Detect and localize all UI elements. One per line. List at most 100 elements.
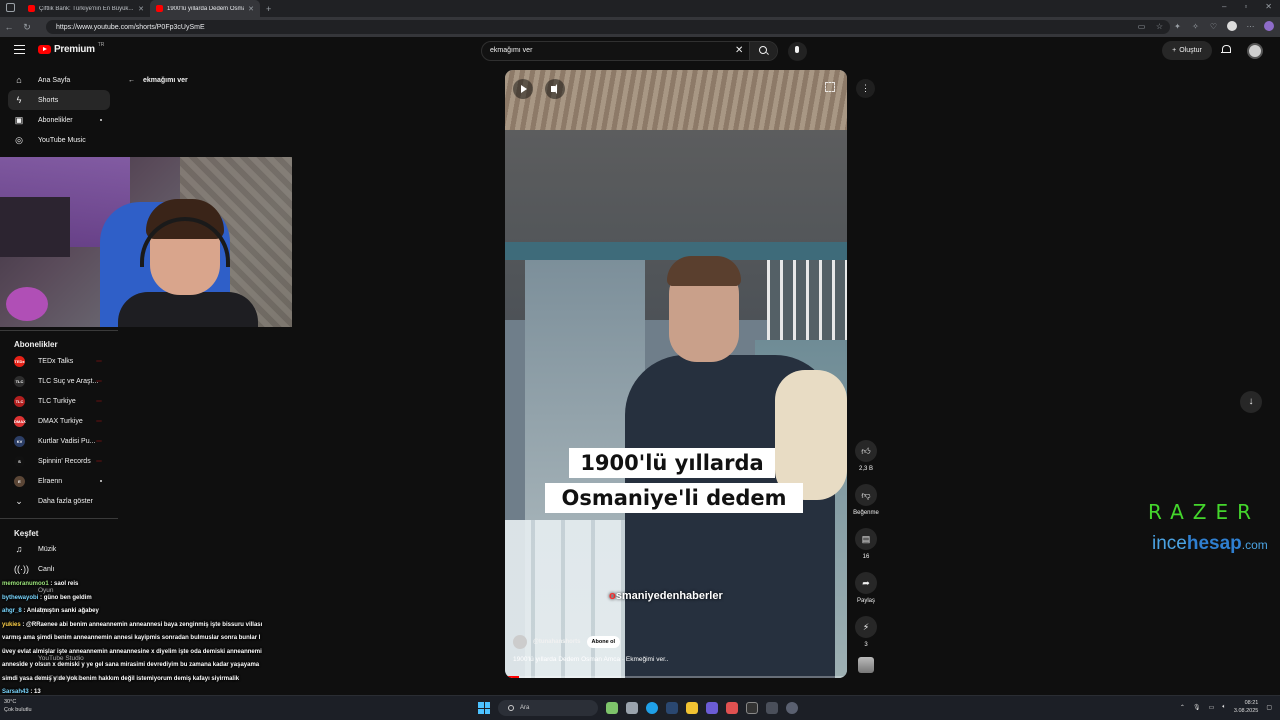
youtube-masthead: Premium TR ekmağımı ver ✕ + Oluştur: [0, 37, 1280, 65]
menu-icon[interactable]: [14, 45, 25, 57]
profile-avatar[interactable]: [1264, 21, 1274, 31]
steam-icon[interactable]: [666, 702, 678, 714]
sidebar-divider: [0, 330, 118, 331]
sponsor-text-2: hesap: [1186, 533, 1242, 554]
favorites-icon[interactable]: ♡: [1209, 22, 1218, 31]
subscription-item[interactable]: S Spinnin' Records: [8, 451, 110, 471]
channel-avatar[interactable]: [513, 635, 527, 649]
back-icon[interactable]: ←: [0, 22, 18, 32]
chat-text: varmış ama şimdi benim anneannemin annes…: [2, 635, 261, 641]
reload-icon[interactable]: ↻: [18, 22, 36, 33]
subscription-item[interactable]: TEDx TEDx Talks: [8, 351, 110, 371]
sidebar-item-subscriptions[interactable]: ▣ Abonelikler: [8, 110, 110, 130]
extensions-puzzle-icon[interactable]: ✧: [1191, 22, 1200, 31]
tray-chevron-up-icon[interactable]: ⌃: [1180, 704, 1185, 711]
close-tab-icon[interactable]: ✕: [248, 5, 254, 13]
install-app-icon[interactable]: ▭: [1137, 22, 1146, 31]
subscription-item[interactable]: TLC TLC Suç ve Araşt...: [8, 371, 110, 391]
video-person-sleeve: [775, 370, 847, 500]
search-box[interactable]: ekmağımı ver ✕: [481, 41, 778, 61]
address-bar[interactable]: https://www.youtube.com/shorts/P0Fp3cUyS…: [46, 20, 1170, 34]
subscription-label: TLC Turkiye: [38, 397, 76, 405]
clear-search-icon[interactable]: ✕: [735, 45, 743, 56]
account-avatar[interactable]: [1247, 43, 1263, 59]
video-progress-bar[interactable]: [505, 676, 847, 678]
widgets-app-icon[interactable]: [606, 702, 618, 714]
search-input[interactable]: ekmağımı ver: [490, 47, 532, 54]
close-tab-icon[interactable]: ✕: [138, 5, 144, 13]
youtube-logo[interactable]: Premium TR: [38, 42, 104, 55]
discord-icon[interactable]: [706, 702, 718, 714]
clock[interactable]: 08:21 3.08.2025: [1234, 699, 1258, 715]
channel-info: @tunahanshorts Abone ol: [513, 635, 621, 649]
minimize-icon[interactable]: –: [1222, 2, 1226, 11]
mic-tray-icon[interactable]: 🎙︎: [1193, 704, 1201, 711]
subscription-label: TLC Suç ve Araşt...: [38, 377, 99, 385]
sidebar-item-youtube-music[interactable]: ◎ YouTube Music: [8, 130, 110, 150]
more-options-icon[interactable]: ⋮: [856, 79, 875, 98]
terminal-icon[interactable]: [746, 702, 758, 714]
plus-icon: +: [1172, 47, 1177, 54]
extensions-area: ▭ ☆ ✦ ✧ ♡ ⋯: [1137, 21, 1274, 31]
play-button[interactable]: [513, 79, 533, 99]
task-view-icon[interactable]: [626, 702, 638, 714]
search-icon[interactable]: [749, 42, 777, 60]
live-icon: ((·)): [14, 564, 29, 574]
sidebar-item-live[interactable]: ((·)) Canlı: [8, 559, 110, 579]
like-count: 2,3 B: [858, 466, 873, 472]
remix-button[interactable]: ⚡︎: [855, 616, 877, 638]
audio-track-thumbnail[interactable]: [858, 657, 874, 673]
maximize-icon[interactable]: ▫: [1244, 2, 1247, 11]
browser-tab[interactable]: Çiftlik Bank: Türkiye'nin En Büyük... ✕: [22, 0, 150, 17]
like-button[interactable]: 👍︎: [855, 440, 877, 462]
shorts-video-player[interactable]: 1900'lü yıllarda Osmaniye'li dedem osman…: [505, 70, 847, 678]
network-icon[interactable]: ▭: [1209, 704, 1215, 711]
edge-browser-icon[interactable]: [646, 702, 658, 714]
share-label: Paylaş: [856, 598, 875, 604]
show-more-button[interactable]: ⌄ Daha fazla göster: [8, 491, 110, 511]
sidebar-item-shorts[interactable]: ϟ Shorts: [8, 90, 110, 110]
sidebar-item-label: Shorts: [38, 96, 59, 104]
back-to-search[interactable]: ← ekmağımı ver: [128, 77, 188, 84]
chat-username: yukies: [2, 621, 21, 628]
close-window-icon[interactable]: ✕: [1265, 2, 1272, 11]
sidebar-item-label: Müzik: [38, 545, 57, 553]
video-title[interactable]: 1900'lü yıllarda Dedem Osman Amca · Ekme…: [513, 656, 669, 663]
app-icon[interactable]: [726, 702, 738, 714]
tab-actions-icon[interactable]: [6, 3, 15, 12]
subscription-item[interactable]: KV Kurtlar Vadisi Pu...: [8, 431, 110, 451]
subscription-item[interactable]: E Elraenn: [8, 471, 110, 491]
volume-icon[interactable]: [545, 79, 565, 99]
taskbar-search[interactable]: Ara: [498, 700, 598, 716]
new-tab-icon[interactable]: +: [266, 4, 271, 14]
app-icon[interactable]: [766, 702, 778, 714]
app-icon[interactable]: [786, 702, 798, 714]
browser-menu-icon[interactable]: ⋯: [1246, 22, 1255, 31]
weather-widget[interactable]: 30°C Çok bulutlu: [4, 698, 32, 714]
subscription-item[interactable]: TLC TLC Turkiye: [8, 391, 110, 411]
next-video-arrow-icon[interactable]: ↓: [1240, 391, 1262, 413]
live-indicator: [96, 400, 102, 402]
file-explorer-icon[interactable]: [686, 702, 698, 714]
share-button[interactable]: ➦: [855, 572, 877, 594]
fullscreen-icon[interactable]: [825, 82, 835, 92]
channel-handle[interactable]: @tunahanshorts: [533, 639, 581, 645]
notifications-bell-icon[interactable]: [1221, 45, 1231, 55]
chat-message: üvey evlat almişlar işte anneannemin ann…: [2, 646, 284, 660]
notifications-tray-icon[interactable]: ▢: [1266, 704, 1272, 711]
speaker-icon[interactable]: 🔈︎: [1222, 704, 1226, 711]
comments-button[interactable]: ▤: [855, 528, 877, 550]
start-windows-icon[interactable]: [478, 702, 490, 714]
bookmark-star-icon[interactable]: ☆: [1155, 22, 1164, 31]
sidebar-item-home[interactable]: ⌂ Ana Sayfa: [8, 70, 110, 90]
browser-tab-active[interactable]: 1900'lü yıllarda Dedem Osman A... ✕: [150, 0, 260, 17]
create-button[interactable]: + Oluştur: [1162, 41, 1212, 60]
subscribe-button[interactable]: Abone ol: [586, 636, 621, 648]
sidebar-item-music[interactable]: ♫ Müzik: [8, 539, 110, 559]
voice-search-icon[interactable]: [788, 42, 807, 61]
extension-icon[interactable]: ✦: [1173, 22, 1182, 31]
dislike-button[interactable]: 👎︎: [855, 484, 877, 506]
subscription-item[interactable]: DMAX DMAX Turkiye: [8, 411, 110, 431]
subscription-label: Spinnin' Records: [38, 457, 91, 465]
extension-avatar-icon[interactable]: [1227, 21, 1237, 31]
